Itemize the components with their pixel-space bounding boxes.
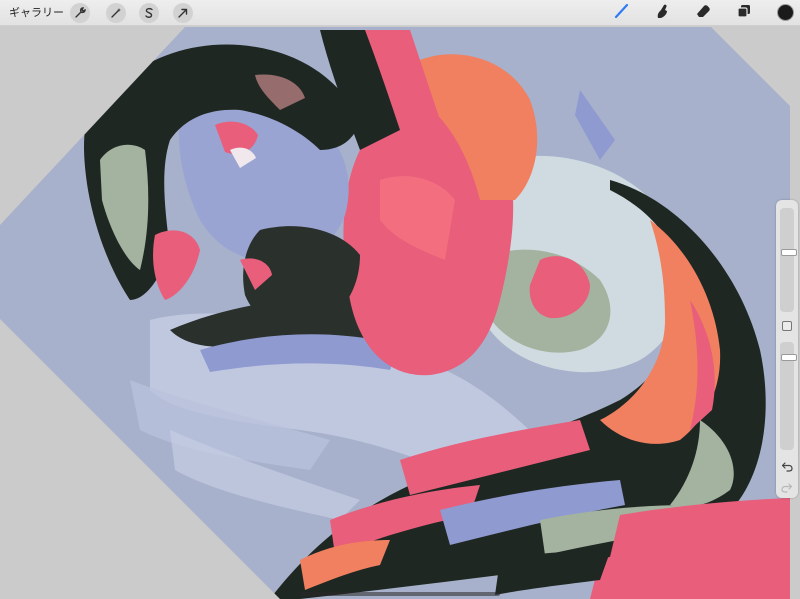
undo-button[interactable]	[779, 459, 795, 473]
brush-icon	[613, 2, 631, 24]
modify-button[interactable]	[782, 321, 792, 331]
selection-button[interactable]	[139, 3, 159, 23]
opacity-thumb[interactable]	[781, 354, 797, 361]
adjustments-button[interactable]	[106, 3, 126, 23]
redo-button[interactable]	[779, 480, 795, 494]
wrench-icon	[74, 7, 86, 19]
brush-size-slider[interactable]	[780, 208, 797, 312]
redo-icon	[781, 478, 793, 497]
smudge-button[interactable]	[652, 3, 672, 23]
drawing-canvas[interactable]	[0, 0, 800, 599]
procreate-app: ギャラリー	[0, 0, 800, 599]
layers-button[interactable]	[734, 3, 754, 23]
actions-button[interactable]	[70, 3, 90, 23]
gallery-button[interactable]: ギャラリー	[9, 5, 64, 21]
arrow-cursor-icon	[177, 7, 189, 19]
color-picker-swatch[interactable]	[777, 4, 794, 21]
selection-s-icon	[143, 7, 155, 19]
transform-button[interactable]	[173, 3, 193, 23]
undo-icon	[781, 457, 793, 476]
eraser-icon	[694, 2, 712, 24]
artwork	[0, 27, 790, 599]
top-toolbar: ギャラリー	[0, 0, 800, 26]
magic-wand-icon	[110, 7, 122, 19]
smudge-finger-icon	[653, 2, 671, 24]
layers-icon	[735, 2, 753, 24]
eraser-button[interactable]	[693, 3, 713, 23]
opacity-slider[interactable]	[780, 342, 797, 450]
brush-button[interactable]	[612, 3, 632, 23]
brush-sidebar	[776, 200, 798, 498]
home-indicator	[300, 592, 500, 596]
brush-size-thumb[interactable]	[781, 249, 797, 256]
